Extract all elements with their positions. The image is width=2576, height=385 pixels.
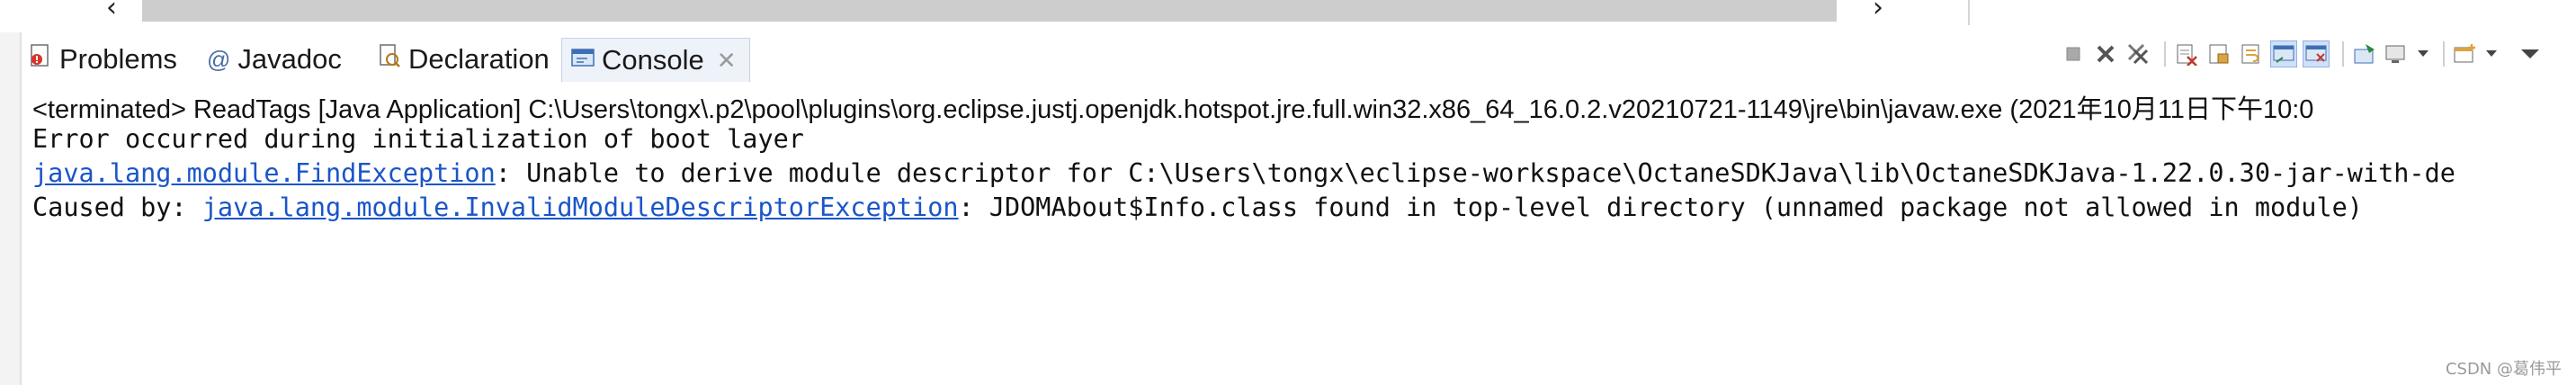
exception-line: java.lang.module.FindException: Unable t…: [32, 158, 2455, 188]
toolbar-separator: [2342, 41, 2344, 67]
clear-console-icon[interactable]: [2173, 40, 2200, 67]
tab-console[interactable]: Console ✕: [561, 38, 750, 82]
find-exception-link[interactable]: java.lang.module.FindException: [32, 158, 496, 188]
horizontal-scrollbar[interactable]: ‹ ›: [90, 0, 1970, 22]
view-menu-icon[interactable]: [2517, 40, 2544, 67]
tab-label: Javadoc: [237, 43, 342, 75]
left-gutter: [0, 32, 22, 385]
console-icon: [571, 44, 595, 76]
watermark: CSDN @葛伟平: [2445, 360, 2562, 379]
remove-launch-icon[interactable]: [2092, 40, 2119, 67]
scroll-left-icon[interactable]: ‹: [106, 0, 117, 22]
console-output[interactable]: <terminated> ReadTags [Java Application]…: [22, 83, 2576, 385]
invalid-module-descriptor-exception-link[interactable]: java.lang.module.InvalidModuleDescriptor…: [202, 192, 959, 222]
tab-problems[interactable]: Problems: [29, 38, 177, 81]
remove-all-terminated-icon[interactable]: [2124, 40, 2151, 67]
scroll-right-icon[interactable]: ›: [1873, 0, 1883, 22]
word-wrap-icon[interactable]: [2238, 40, 2265, 67]
right-panel-edge: [1968, 0, 2576, 25]
terminate-icon[interactable]: [2060, 40, 2087, 67]
display-selected-console-icon[interactable]: [2384, 40, 2411, 67]
caused-by-prefix: Caused by:: [32, 192, 202, 222]
close-icon[interactable]: ✕: [717, 47, 737, 75]
toolbar-separator: [2443, 41, 2445, 67]
pin-console-icon[interactable]: [2351, 40, 2378, 67]
exception-message: : Unable to derive module descriptor for…: [495, 158, 2455, 188]
toolbar-separator: [2164, 41, 2166, 67]
tab-javadoc[interactable]: @ Javadoc: [207, 38, 342, 81]
open-console-icon[interactable]: [2452, 40, 2479, 67]
problems-icon: [29, 43, 52, 76]
show-console-on-stdout-icon[interactable]: [2270, 40, 2297, 67]
chevron-down-icon[interactable]: [2484, 40, 2499, 67]
scrollbar-thumb[interactable]: [142, 0, 1837, 22]
show-console-on-stderr-icon[interactable]: [2303, 40, 2330, 67]
declaration-icon: [378, 43, 401, 76]
process-status-line: <terminated> ReadTags [Java Application]…: [32, 95, 2314, 124]
scroll-lock-icon[interactable]: [2205, 40, 2232, 67]
tab-declaration[interactable]: Declaration: [378, 38, 550, 81]
javadoc-icon: @: [207, 45, 231, 73]
caused-by-message: : JDOMAbout$Info.class found in top-leve…: [958, 192, 2363, 222]
tab-label: Problems: [59, 43, 177, 75]
console-toolbar: [2060, 38, 2549, 70]
caused-by-line: Caused by: java.lang.module.InvalidModul…: [32, 192, 2363, 222]
tab-label: Declaration: [408, 43, 550, 75]
editor-bottom-strip: ‹ ›: [0, 0, 2576, 32]
chevron-down-icon[interactable]: [2416, 40, 2430, 67]
error-line: Error occurred during initialization of …: [32, 124, 804, 154]
tab-label: Console: [602, 44, 704, 76]
